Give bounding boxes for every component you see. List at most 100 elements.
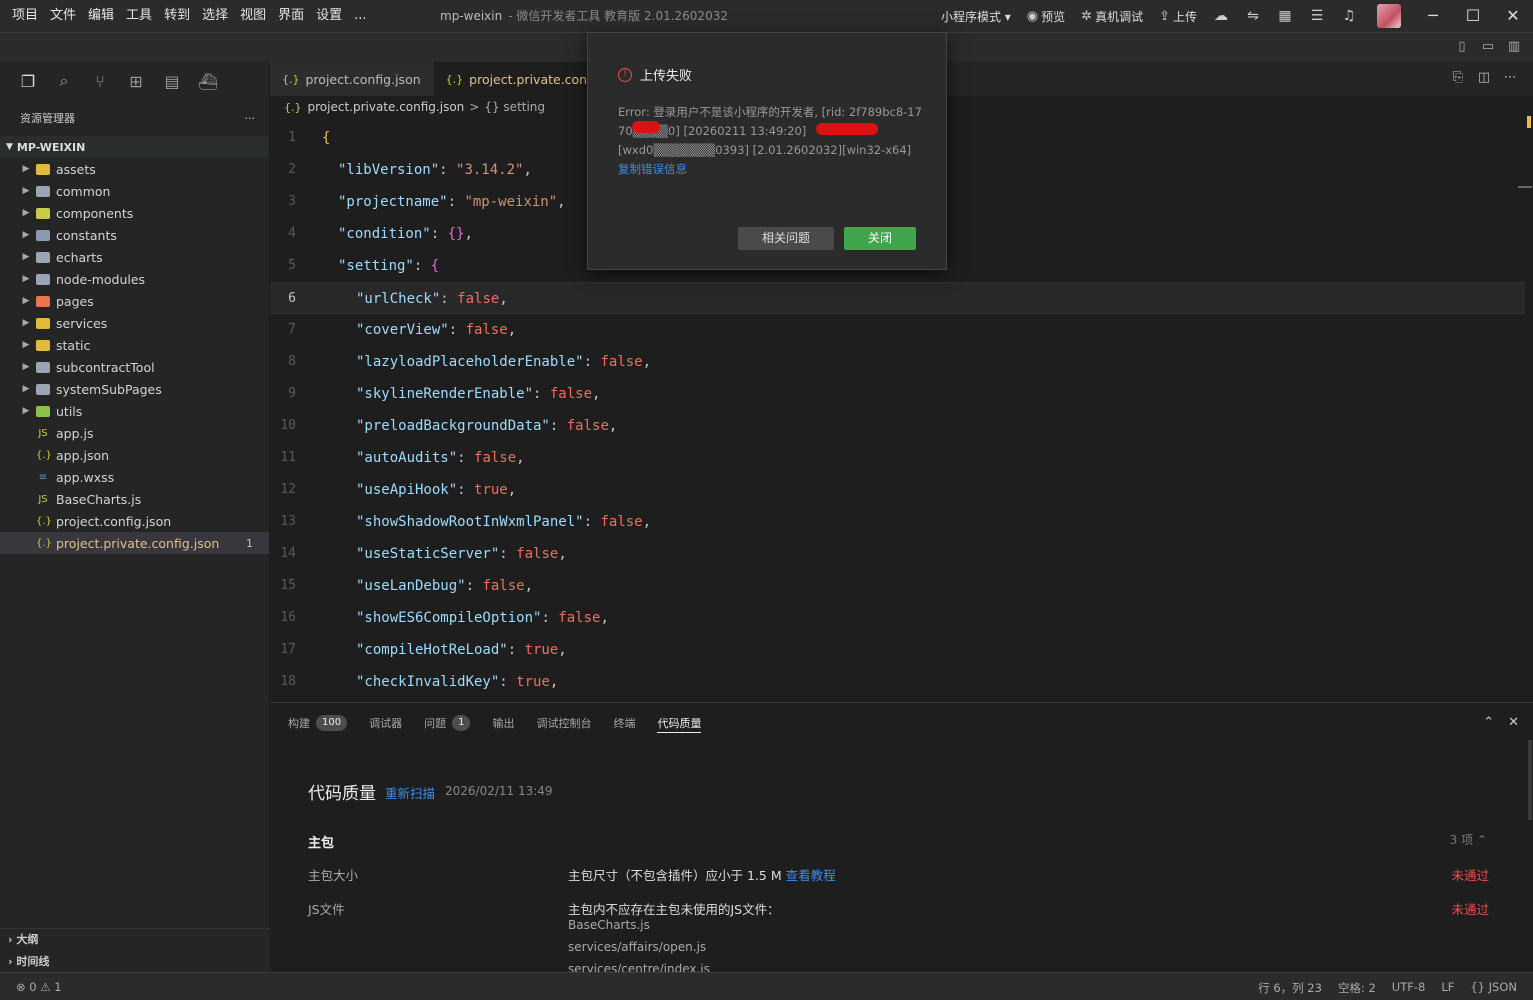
maximize-icon[interactable]: ☐ <box>1453 0 1493 32</box>
timeline-header[interactable]: › 时间线 <box>0 951 270 973</box>
upload-button[interactable]: ⇪ 上传 <box>1151 0 1205 32</box>
menu-view[interactable]: 视图 <box>234 0 272 32</box>
code-line: 10 "preloadBackgroundData": false, <box>270 410 1525 442</box>
tab-debugger[interactable]: 调试器 <box>369 713 402 733</box>
switch-icon[interactable]: ⇋ <box>1237 0 1269 32</box>
chevron-right-icon: ▶ <box>22 296 30 306</box>
rescan-link[interactable]: 重新扫描 <box>385 783 435 802</box>
file-5[interactable]: {.} project.private.config.json 1 <box>0 532 269 554</box>
code-text: "setting": { <box>338 258 440 274</box>
menu-select[interactable]: 选择 <box>196 0 234 32</box>
toggle-debugger-icon[interactable]: ▥ <box>1501 39 1527 54</box>
code-line: 17 "compileHotReLoad": true, <box>270 634 1525 666</box>
avatar[interactable] <box>1377 4 1401 28</box>
mode-dropdown[interactable]: 小程序模式 ▾ <box>933 0 1019 32</box>
folder-8[interactable]: ▶ static <box>0 334 269 356</box>
problem-count-badge: 1 <box>246 536 253 550</box>
folder-7[interactable]: ▶ services <box>0 312 269 334</box>
menu-more[interactable]: ... <box>348 0 372 32</box>
code-key: "lazyloadPlaceholderEnable" <box>356 354 584 370</box>
extensions-icon[interactable]: ⊞ <box>118 72 154 91</box>
tab-output[interactable]: 输出 <box>492 713 514 733</box>
problems-status[interactable]: ⊗ 0 ⚠ 1 <box>16 980 62 994</box>
encoding[interactable]: UTF-8 <box>1392 980 1426 996</box>
menu-interface[interactable]: 界面 <box>272 0 310 32</box>
breadcrumb-node[interactable]: {} setting <box>484 100 545 114</box>
folder-11[interactable]: ▶ utils <box>0 400 269 422</box>
folder-4[interactable]: ▶ echarts <box>0 246 269 268</box>
preview-button[interactable]: ◉ 预览 <box>1019 0 1073 32</box>
json-file-icon: {.} <box>445 72 464 86</box>
menu-project[interactable]: 项目 <box>6 0 44 32</box>
tab-terminal[interactable]: 终端 <box>613 713 635 733</box>
code-line: 6 "urlCheck": false, <box>270 282 1525 314</box>
list-menu-icon[interactable]: ☰ <box>1301 0 1333 32</box>
menu-settings[interactable]: 设置 <box>310 0 348 32</box>
code-quality-title: 代码质量 <box>308 784 376 804</box>
copy-error-link[interactable]: 复制错误信息 <box>618 161 687 177</box>
folder-icon <box>36 185 50 197</box>
minimize-icon[interactable]: ─ <box>1413 0 1453 32</box>
explorer-more-button[interactable]: ··· <box>245 112 256 125</box>
code-value: false <box>549 386 593 402</box>
storage-icon[interactable]: ▤ <box>154 72 190 91</box>
folder-6[interactable]: ▶ pages <box>0 290 269 312</box>
cursor-position[interactable]: 行 6，列 23 <box>1258 980 1322 996</box>
upload-label: 上传 <box>1172 9 1197 24</box>
menu-file[interactable]: 文件 <box>44 0 82 32</box>
docker-icon[interactable]: ⛴ <box>190 72 226 91</box>
line-ending[interactable]: LF <box>1441 980 1454 996</box>
file-1[interactable]: {.} app.json <box>0 444 269 466</box>
outline-header[interactable]: › 大纲 <box>0 929 270 951</box>
open-changes-icon[interactable]: ⎘ <box>1445 70 1471 85</box>
scrollbar-thumb[interactable] <box>1518 186 1532 188</box>
folder-10[interactable]: ▶ systemSubPages <box>0 378 269 400</box>
split-editor-icon[interactable]: ◫ <box>1471 70 1497 85</box>
file-0[interactable]: JS app.js <box>0 422 269 444</box>
indentation[interactable]: 空格: 2 <box>1338 980 1376 996</box>
tab-debug-console[interactable]: 调试控制台 <box>536 713 591 733</box>
tutorial-link[interactable]: 查看教程 <box>786 868 836 883</box>
tab-problems[interactable]: 问题 1 <box>424 713 471 733</box>
folder-1[interactable]: ▶ common <box>0 180 269 202</box>
language-mode[interactable]: {} JSON <box>1470 980 1517 996</box>
folder-3[interactable]: ▶ constants <box>0 224 269 246</box>
more-actions-icon[interactable]: ⋯ <box>1497 70 1523 85</box>
breadcrumb-file[interactable]: project.private.config.json <box>308 100 465 114</box>
folder-9[interactable]: ▶ subcontractTool <box>0 356 269 378</box>
close-panel-icon[interactable]: ✕ <box>1508 715 1519 730</box>
folder-2[interactable]: ▶ components <box>0 202 269 224</box>
outline-label: 大纲 <box>16 933 39 946</box>
related-issues-button[interactable]: 相关问题 <box>738 227 834 250</box>
panel-scrollbar[interactable] <box>1528 740 1532 820</box>
chevron-up-icon[interactable]: ⌃ <box>1483 715 1494 730</box>
file-4[interactable]: {.} project.config.json <box>0 510 269 532</box>
menu-edit[interactable]: 编辑 <box>82 0 120 32</box>
source-control-icon[interactable]: ⑂ <box>82 72 118 91</box>
tab-code-quality[interactable]: 代码质量 <box>657 713 702 733</box>
scrollbar-marker <box>1527 116 1531 128</box>
real-debug-button[interactable]: ✲ 真机调试 <box>1073 0 1151 32</box>
tab-project-config[interactable]: {.} project.config.json <box>270 62 434 96</box>
file-3[interactable]: JS BaseCharts.js <box>0 488 269 510</box>
project-folder-header[interactable]: ▼ MP-WEIXIN <box>0 136 269 158</box>
folder-icon <box>36 229 50 241</box>
code-key: "urlCheck" <box>356 291 441 307</box>
folder-5[interactable]: ▶ node-modules <box>0 268 269 290</box>
toggle-simulator-icon[interactable]: ▯ <box>1449 39 1475 54</box>
code-key: "useLanDebug" <box>356 578 466 594</box>
files-icon[interactable]: ❐ <box>10 72 46 91</box>
folder-0[interactable]: ▶ assets <box>0 158 269 180</box>
search-icon[interactable]: ⌕ <box>46 71 82 91</box>
toggle-editor-icon[interactable]: ▭ <box>1475 39 1501 54</box>
file-2[interactable]: ≡ app.wxss <box>0 466 269 488</box>
bell-icon[interactable]: ♫ <box>1333 0 1365 32</box>
tab-build[interactable]: 构建 100 <box>288 713 348 733</box>
menu-tools[interactable]: 工具 <box>120 0 158 32</box>
menu-goto[interactable]: 转到 <box>158 0 196 32</box>
close-icon[interactable]: ✕ <box>1493 0 1533 32</box>
close-dialog-button[interactable]: 关闭 <box>844 227 916 250</box>
cloud-icon[interactable]: ☁ <box>1205 0 1237 32</box>
layout-icon[interactable]: ▦ <box>1269 0 1301 32</box>
item-count-toggle[interactable]: 3 项 ⌃ <box>1450 831 1487 848</box>
